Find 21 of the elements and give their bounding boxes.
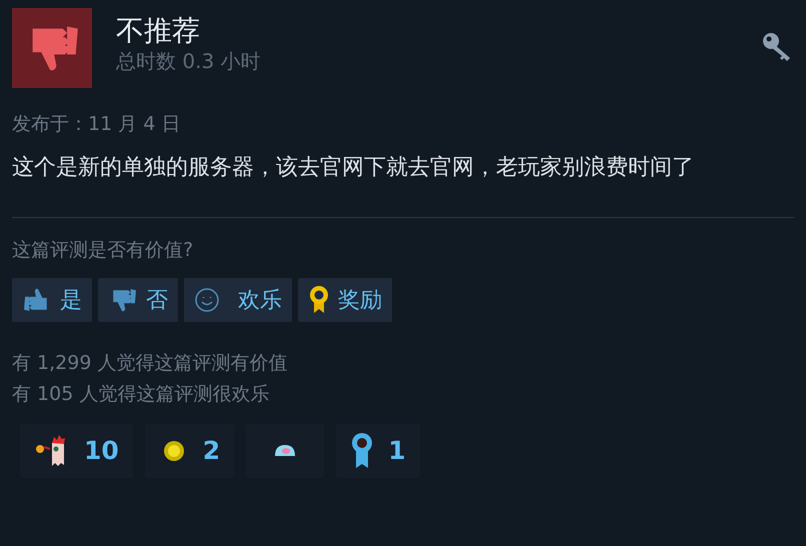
verdict-title: 不推荐 [116,14,201,48]
award-badge[interactable]: 10 [20,424,133,478]
award-badge[interactable]: 1 [336,424,420,478]
funny-button[interactable]: 欢乐 [184,278,292,322]
smiley-icon [194,287,220,313]
playtime-text: 总时数 0.3 小时 [116,48,262,74]
helpful-question: 这篇评测是否有价值? [12,238,194,262]
post-date: 发布于：11 月 4 日 [12,112,182,137]
award-count: 10 [84,435,119,468]
award-icon [308,285,330,315]
helpful-count-text: 有 1,299 人觉得这篇评测有价值 [12,351,288,376]
no-button[interactable]: 否 [98,278,178,322]
yes-button[interactable]: 是 [12,278,92,322]
award-count: 1 [388,435,406,468]
award-badge[interactable]: 2 [144,424,234,478]
award-count: 2 [202,435,220,468]
award-badge[interactable] [246,424,324,478]
review-text: 这个是新的单独的服务器，该去官网下就去官网，老玩家别浪费时间了 [12,154,695,182]
helpful-count-text: 有 105 人觉得这篇评测很欢乐 [12,382,270,407]
award-button[interactable]: 奖励 [298,278,392,322]
ribbon-icon [350,431,374,471]
